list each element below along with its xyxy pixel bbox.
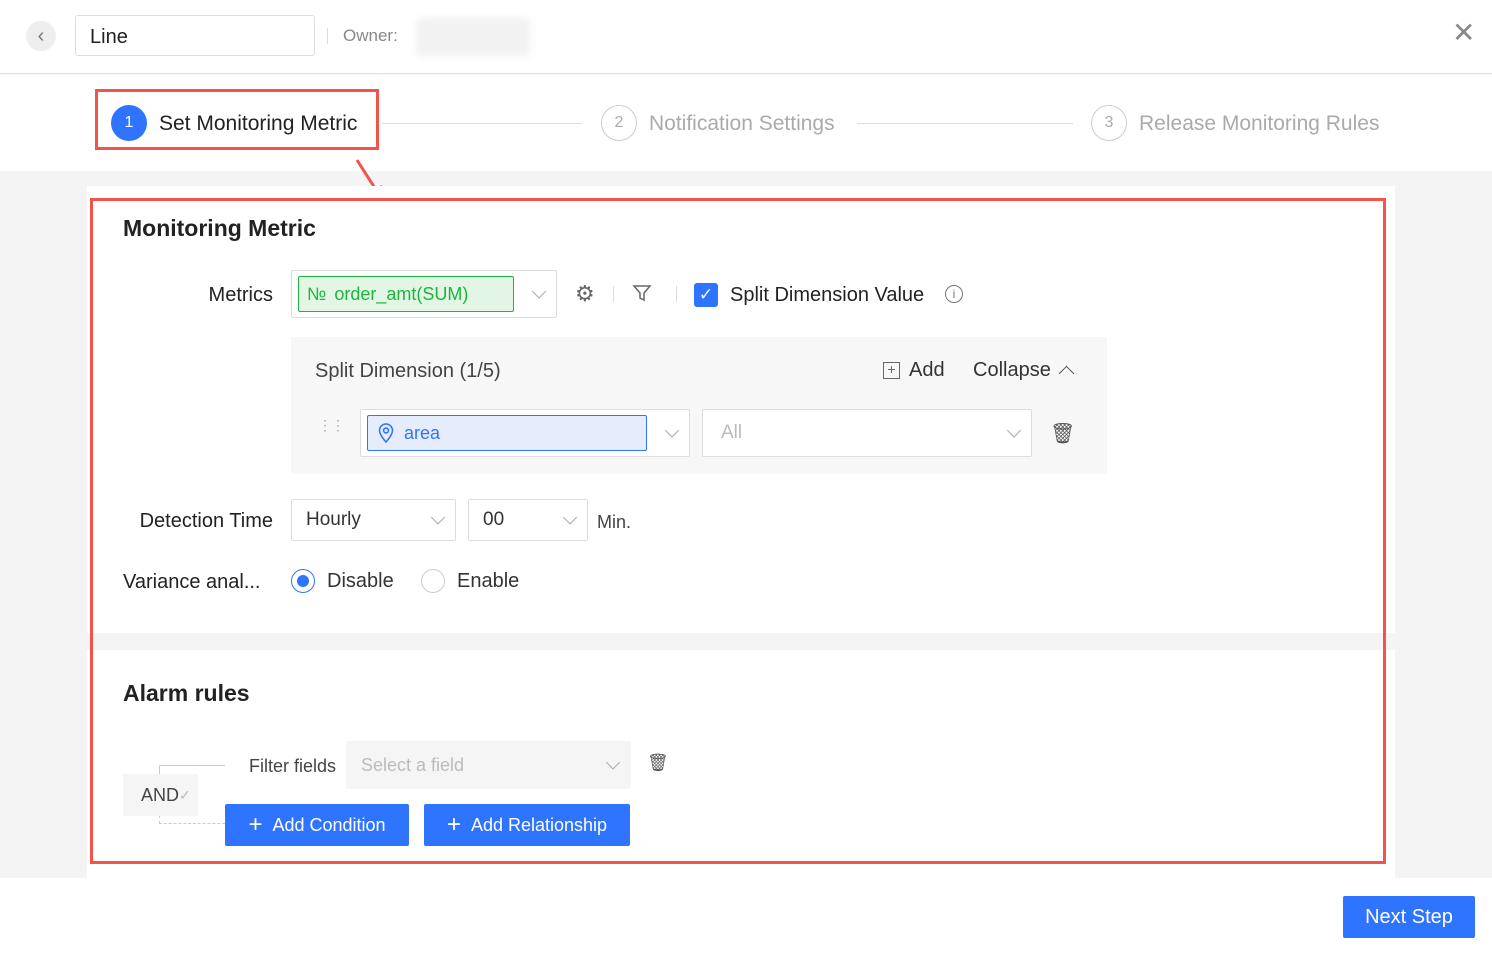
plus-icon: + bbox=[446, 811, 461, 838]
step-1-circle: 1 bbox=[111, 105, 147, 141]
chevron-up-icon bbox=[1058, 365, 1075, 382]
owner-value-blurred bbox=[416, 18, 530, 56]
metric-tag[interactable]: № order_amt(SUM) bbox=[298, 276, 514, 312]
chevron-down-icon bbox=[430, 510, 446, 525]
step-3-label[interactable]: Release Monitoring Rules bbox=[1139, 112, 1379, 136]
chevron-down-icon bbox=[605, 755, 621, 770]
section-title-metric: Monitoring Metric bbox=[123, 215, 316, 241]
logic-connector bbox=[159, 815, 225, 824]
add-relationship-button[interactable]: + Add Relationship bbox=[424, 804, 630, 846]
filter-field-select[interactable]: Select a field bbox=[346, 741, 631, 789]
step-2-label[interactable]: Notification Settings bbox=[649, 112, 835, 136]
drag-handle-icon[interactable]: ⋮⋮ bbox=[318, 418, 345, 432]
step-1-label[interactable]: Set Monitoring Metric bbox=[159, 112, 357, 136]
step-connector bbox=[382, 123, 582, 124]
plus-square-icon: + bbox=[883, 362, 900, 379]
rule-title-input[interactable]: Line bbox=[75, 15, 315, 56]
radio-enable[interactable]: Enable bbox=[421, 569, 519, 593]
step-2-circle: 2 bbox=[601, 105, 637, 141]
chevron-left-icon: ‹ bbox=[37, 24, 45, 47]
detection-frequency-select[interactable]: Hourly bbox=[291, 499, 456, 541]
step-connector bbox=[857, 123, 1073, 124]
dimension-tag[interactable]: area bbox=[367, 415, 647, 451]
info-icon[interactable]: i bbox=[945, 285, 963, 303]
delete-trash-icon[interactable]: 🗑︎ bbox=[1050, 421, 1075, 446]
filter-funnel-icon[interactable] bbox=[632, 283, 652, 303]
split-dimension-title: Split Dimension (1/5) bbox=[315, 360, 501, 382]
chevron-down-icon bbox=[1006, 423, 1022, 438]
radio-selected-icon bbox=[291, 569, 315, 593]
next-step-button[interactable]: Next Step bbox=[1343, 896, 1475, 938]
filter-fields-label: Filter fields bbox=[249, 756, 337, 776]
dimension-select[interactable]: area bbox=[360, 409, 690, 457]
divider bbox=[613, 286, 614, 302]
settings-gear-icon[interactable]: ⚙ bbox=[575, 281, 595, 307]
chevron-down-icon bbox=[664, 423, 680, 438]
radio-empty-icon bbox=[421, 569, 445, 593]
delete-condition-trash-icon[interactable]: 🗑︎ bbox=[647, 753, 669, 773]
dimension-value-select[interactable]: All bbox=[702, 409, 1032, 457]
split-dimension-checkbox[interactable]: ✓ bbox=[694, 283, 718, 307]
step-3-circle: 3 bbox=[1091, 105, 1127, 141]
close-icon[interactable]: ✕ bbox=[1452, 16, 1475, 49]
divider bbox=[676, 286, 677, 302]
add-condition-button[interactable]: + Add Condition bbox=[225, 804, 409, 846]
step-bar: 1 Set Monitoring Metric 2 Notification S… bbox=[0, 75, 1492, 171]
chevron-down-icon: ✓ bbox=[179, 786, 191, 803]
minute-unit-label: Min. bbox=[597, 512, 632, 532]
chevron-down-icon bbox=[562, 510, 578, 525]
chevron-down-icon bbox=[531, 284, 547, 299]
collapse-button[interactable]: Collapse bbox=[973, 359, 1075, 382]
metrics-label: Metrics bbox=[208, 284, 273, 306]
split-dimension-label: Split Dimension Value bbox=[730, 284, 925, 306]
plus-icon: + bbox=[248, 811, 263, 838]
metrics-select[interactable]: № order_amt(SUM) bbox=[291, 270, 557, 318]
footer-bar bbox=[0, 878, 1492, 956]
variance-analysis-label: Variance anal... bbox=[123, 571, 261, 593]
logic-connector bbox=[159, 765, 225, 774]
add-dimension-button[interactable]: + Add bbox=[883, 359, 945, 382]
location-pin-icon bbox=[378, 423, 394, 443]
section-title-alarm: Alarm rules bbox=[123, 680, 250, 706]
divider bbox=[327, 28, 328, 44]
logic-and-select[interactable]: AND ✓ bbox=[123, 774, 198, 816]
metric-tag-label: order_amt(SUM) bbox=[334, 283, 469, 304]
owner-label: Owner: bbox=[343, 26, 398, 45]
number-icon: № bbox=[307, 283, 327, 304]
detection-time-label: Detection Time bbox=[139, 510, 273, 532]
detection-minute-select[interactable]: 00 bbox=[468, 499, 588, 541]
radio-disable[interactable]: Disable bbox=[291, 569, 394, 593]
back-button[interactable]: ‹ bbox=[26, 21, 56, 51]
top-header: ‹ Line Owner: ✕ bbox=[0, 0, 1492, 74]
